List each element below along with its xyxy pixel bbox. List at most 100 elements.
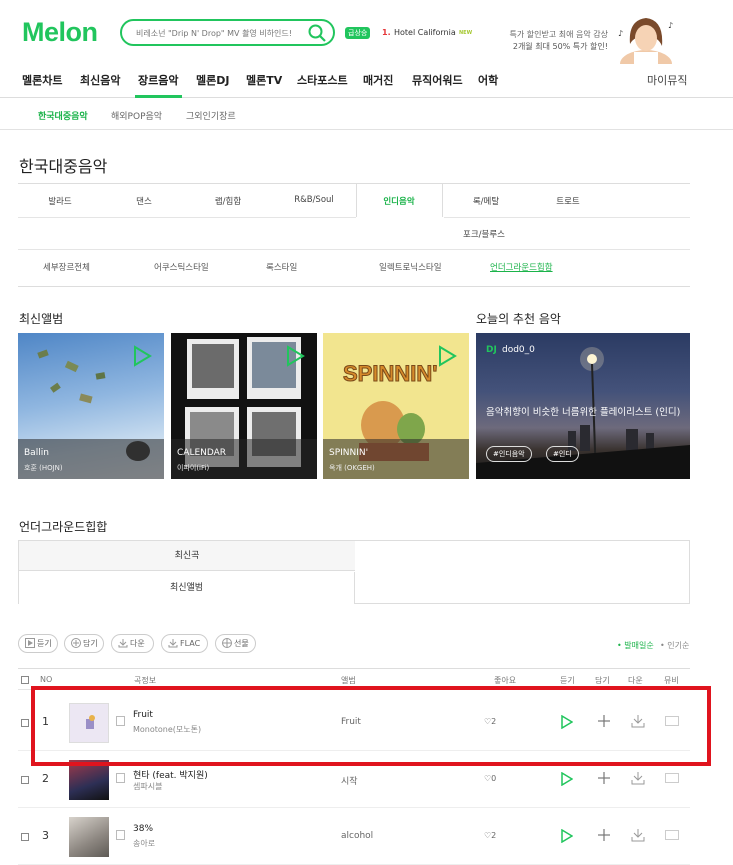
- download-icon[interactable]: [631, 828, 645, 842]
- add-button[interactable]: 담기: [64, 634, 104, 653]
- ad-text-line1[interactable]: 특가 할인받고 최애 음악 감상: [508, 29, 609, 40]
- dj-playlist-title[interactable]: 음악취향이 비슷한 너름위한 플레이리스트 (인디): [486, 407, 686, 419]
- play-icon[interactable]: [437, 345, 457, 367]
- subgenre-all[interactable]: 세부장르전체: [43, 261, 90, 273]
- nav-my-music[interactable]: 마이뮤직: [647, 72, 687, 88]
- album-artist[interactable]: 옥개 (OKGEH): [329, 463, 375, 473]
- genre-folk[interactable]: 포크/블루스: [454, 228, 514, 240]
- genre-dance[interactable]: 댄스: [114, 195, 174, 207]
- album-card-calendar[interactable]: CALENDAR 이파이(iFi): [171, 333, 317, 479]
- underground-title: 언더그라운드힙합: [19, 520, 108, 534]
- dj-tag[interactable]: #인디음악: [486, 446, 532, 462]
- add-button-label: 담기: [83, 639, 98, 648]
- row-album[interactable]: alcohol: [341, 831, 373, 841]
- ad-text-line2[interactable]: 2개월 최대 50% 특가 할인!: [498, 41, 608, 52]
- play-icon[interactable]: [132, 345, 152, 367]
- subnav-other-genres[interactable]: 그외인기장르: [186, 109, 236, 122]
- genre-selector: 발라드 댄스 랩/힙합 R&B/Soul 인디음악 록/메탈 트로트 포크/블루…: [18, 183, 690, 287]
- sort-by-popularity[interactable]: • 인기순: [660, 640, 689, 651]
- nav-latest-music[interactable]: 최신음악: [80, 72, 120, 88]
- album-artist[interactable]: 이파이(iFi): [177, 463, 209, 473]
- album-title[interactable]: SPINNIN': [329, 448, 368, 458]
- sort-by-release-label: 발매일순: [624, 641, 654, 650]
- play-button[interactable]: 듣기: [18, 634, 58, 653]
- album-card-spinnin[interactable]: SPINNIN' SPINNIN' 옥개 (OKGEH): [323, 333, 469, 479]
- sort-by-release[interactable]: • 발매일순: [617, 640, 654, 651]
- subgenre-acoustic[interactable]: 어쿠스틱스타일: [154, 261, 209, 273]
- genre-trot[interactable]: 트로트: [538, 195, 598, 207]
- nav-starpost[interactable]: 스타포스트: [297, 72, 348, 88]
- nav-genre-music[interactable]: 장르음악: [138, 72, 178, 88]
- song-info-icon[interactable]: [116, 830, 125, 840]
- subgenre-rock[interactable]: 록스타일: [266, 261, 297, 273]
- svg-text:♪: ♪: [618, 29, 623, 38]
- subnav-foreign-pop[interactable]: 해외POP음악: [111, 109, 162, 122]
- dj-tag[interactable]: #인디: [546, 446, 579, 462]
- like-button[interactable]: ♡0: [484, 774, 496, 783]
- play-button-label: 듣기: [37, 639, 52, 648]
- col-add: 담기: [595, 676, 610, 685]
- gift-icon: [222, 638, 232, 648]
- download-icon[interactable]: [631, 771, 645, 785]
- plus-icon[interactable]: [597, 828, 611, 842]
- col-mv: 뮤비: [664, 676, 679, 685]
- like-count: 0: [491, 774, 497, 783]
- nav-language[interactable]: 어학: [478, 72, 498, 88]
- row-checkbox[interactable]: [21, 776, 29, 784]
- nav-melon-chart[interactable]: 멜론차트: [22, 72, 62, 88]
- content-tabs: 최신곡 최신앨범: [18, 540, 690, 604]
- search-box[interactable]: [120, 19, 335, 46]
- subgenre-underground-hiphop[interactable]: 언더그라운드힙합: [490, 261, 553, 273]
- tab-latest-albums[interactable]: 최신앨범: [19, 572, 355, 604]
- download-button[interactable]: 다운: [111, 634, 154, 653]
- download-icon: [118, 639, 128, 648]
- album-card-ballin[interactable]: Ballin 호훈 (HOJN): [18, 333, 164, 479]
- album-title[interactable]: CALENDAR: [177, 448, 226, 458]
- plus-icon[interactable]: [597, 771, 611, 785]
- song-info-icon[interactable]: [116, 773, 125, 783]
- row-song-title[interactable]: 38%: [133, 824, 153, 834]
- nav-magazine[interactable]: 매거진: [363, 72, 393, 88]
- like-button[interactable]: ♡2: [484, 831, 496, 840]
- nav-melon-tv[interactable]: 멜론TV: [246, 72, 282, 88]
- subgenre-electronic[interactable]: 일렉트로닉스타일: [379, 261, 442, 273]
- play-icon[interactable]: [561, 829, 573, 843]
- flac-button[interactable]: FLAC: [161, 634, 208, 653]
- tab-latest-songs[interactable]: 최신곡: [19, 541, 355, 571]
- dj-playlist-card[interactable]: DJ dod0_0 음악취향이 비슷한 너름위한 플레이리스트 (인디) #인디…: [476, 333, 690, 479]
- play-icon[interactable]: [561, 772, 573, 786]
- row-album[interactable]: 시작: [341, 774, 358, 787]
- mv-icon[interactable]: [665, 773, 679, 783]
- col-download: 다운: [628, 676, 643, 685]
- select-all-checkbox[interactable]: [21, 676, 29, 684]
- genre-indie[interactable]: 인디음악: [369, 195, 429, 207]
- play-icon[interactable]: [285, 345, 305, 367]
- col-song-info: 곡정보: [134, 676, 157, 685]
- nav-melon-dj[interactable]: 멜론DJ: [196, 72, 229, 88]
- row-album-thumb[interactable]: [69, 760, 109, 800]
- gift-button[interactable]: 선물: [215, 634, 256, 653]
- row-artist[interactable]: 셈파시블: [133, 781, 162, 792]
- album-artist[interactable]: 호훈 (HOJN): [24, 463, 63, 473]
- realtime-rank-title[interactable]: Hotel California: [394, 28, 456, 37]
- row-checkbox[interactable]: [21, 719, 29, 727]
- plus-icon: [71, 638, 81, 648]
- subnav-korean-pop[interactable]: 한국대중음악: [38, 109, 88, 122]
- melon-logo[interactable]: Melon: [22, 17, 98, 48]
- genre-hiphop[interactable]: 랩/힙합: [198, 195, 258, 207]
- row-song-title[interactable]: 현타 (feat. 박지원): [133, 768, 208, 781]
- genre-rock[interactable]: 록/메탈: [456, 195, 516, 207]
- ad-banner-illustration[interactable]: ♪ ♪: [612, 14, 680, 64]
- genre-rnb[interactable]: R&B/Soul: [284, 195, 344, 205]
- row-album-thumb[interactable]: [69, 817, 109, 857]
- search-icon[interactable]: [307, 23, 327, 43]
- search-input[interactable]: [136, 25, 306, 41]
- row-checkbox[interactable]: [21, 833, 29, 841]
- row-artist[interactable]: 송아로: [133, 838, 155, 849]
- page-title: 한국대중음악: [19, 157, 108, 176]
- album-title[interactable]: Ballin: [24, 448, 49, 458]
- genre-ballad[interactable]: 발라드: [30, 195, 90, 207]
- nav-music-awards[interactable]: 뮤직어워드: [412, 72, 463, 88]
- dj-name[interactable]: dod0_0: [502, 345, 535, 355]
- mv-icon[interactable]: [665, 830, 679, 840]
